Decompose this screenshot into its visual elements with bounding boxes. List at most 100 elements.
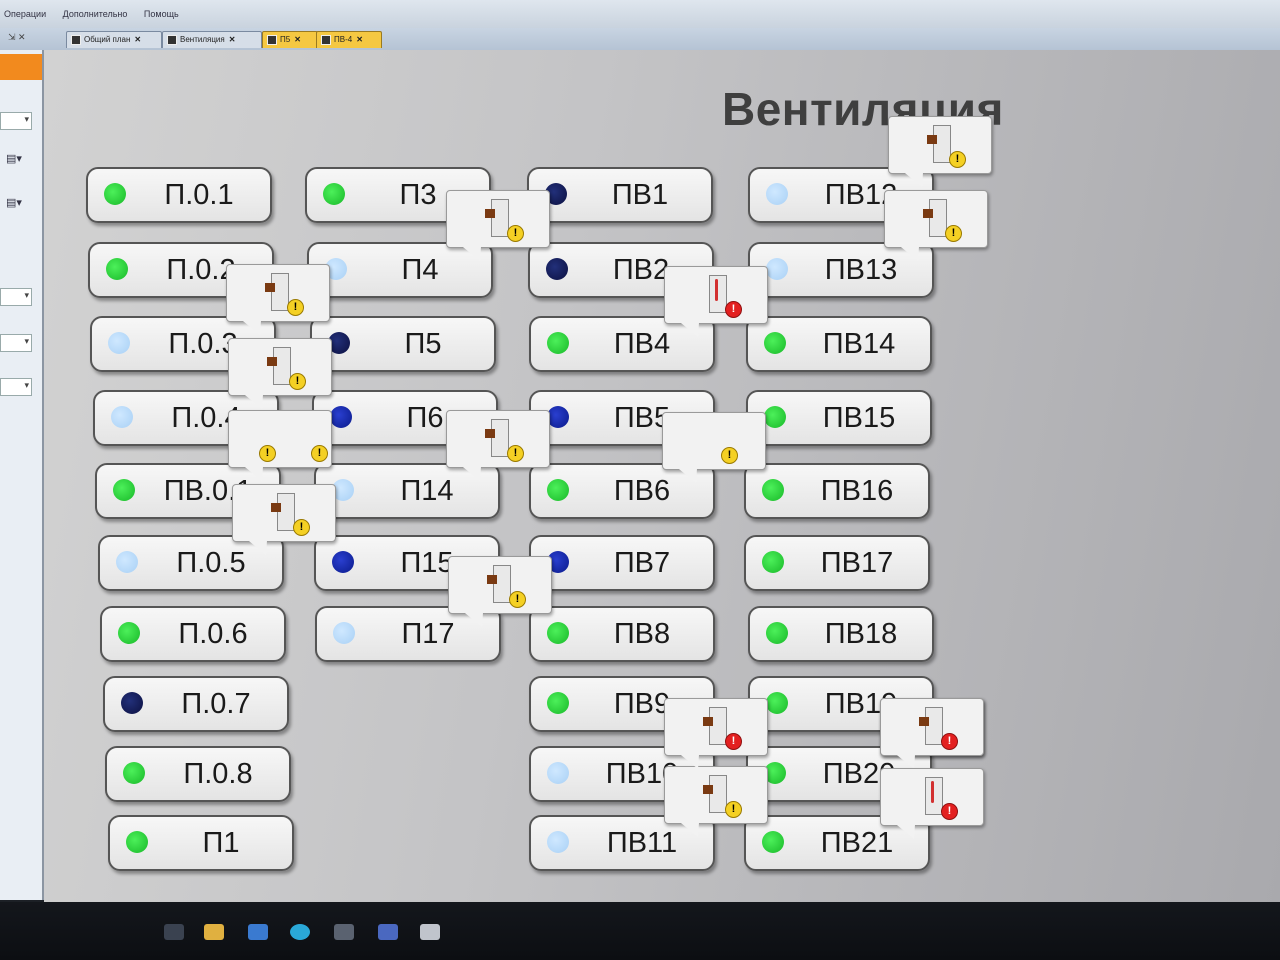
status-indicator-icon (547, 762, 569, 784)
menu-item-help[interactable]: Помощь (144, 9, 179, 19)
panel-dropdown[interactable] (0, 378, 32, 396)
status-indicator-icon (547, 479, 569, 501)
alarm-callout[interactable]: ! (226, 264, 330, 322)
status-indicator-icon (764, 332, 786, 354)
alarm-callout[interactable]: ! (884, 190, 988, 248)
tab-general-plan[interactable]: Общий план ✕ (66, 31, 162, 48)
unit-button-п1[interactable]: П1 (108, 815, 294, 871)
panel-tool-icon[interactable]: ▤▾ (6, 196, 28, 212)
panel-header[interactable] (0, 54, 42, 80)
alarm-callout[interactable]: ! (232, 484, 336, 542)
status-indicator-icon (547, 406, 569, 428)
unit-label: П4 (401, 254, 439, 286)
unit-button-п-0-7[interactable]: П.0.7 (103, 676, 289, 732)
tab-pv4[interactable]: ПВ-4 ✕ (316, 31, 382, 48)
panel-dropdown[interactable] (0, 288, 32, 306)
alarm-callout[interactable]: ! (664, 766, 768, 824)
unit-label: ПВ7 (613, 547, 671, 579)
warning-icon: ! (509, 591, 526, 608)
unit-button-п5[interactable]: П5 (310, 316, 496, 372)
warning-icon: ! (507, 445, 524, 462)
unit-label: ПВ8 (613, 618, 671, 650)
status-indicator-icon (547, 622, 569, 644)
status-indicator-icon (116, 551, 138, 573)
warning-icon: ! (721, 447, 738, 464)
unit-button-пв18[interactable]: ПВ18 (748, 606, 934, 662)
status-indicator-icon (323, 183, 345, 205)
unit-label: П5 (404, 328, 442, 360)
alarm-callout[interactable]: ! (664, 266, 768, 324)
menu-item-operations[interactable]: Операции (4, 9, 46, 19)
warning-icon: ! (311, 445, 328, 462)
tab-icon (167, 34, 177, 45)
status-indicator-icon (126, 831, 148, 853)
status-indicator-icon (766, 622, 788, 644)
unit-button-пв7[interactable]: ПВ7 (529, 535, 715, 591)
close-icon[interactable]: ✕ (294, 35, 301, 44)
alarm-callout[interactable]: ! (446, 410, 550, 468)
unit-label: ПВ16 (820, 475, 894, 507)
browser-icon[interactable] (290, 924, 310, 940)
alarm-callout[interactable]: !! (228, 410, 332, 468)
status-indicator-icon (333, 622, 355, 644)
unit-button-п-0-1[interactable]: П.0.1 (86, 167, 272, 223)
panel-dropdown[interactable] (0, 334, 32, 352)
task-view-icon[interactable] (164, 924, 184, 940)
status-indicator-icon (108, 332, 130, 354)
tab-icon (321, 34, 331, 45)
alarm-callout[interactable]: ! (228, 338, 332, 396)
mail-icon[interactable] (248, 924, 268, 940)
unit-button-пв1[interactable]: ПВ1 (527, 167, 713, 223)
taskbar (0, 902, 1280, 960)
teams-icon[interactable] (378, 924, 398, 940)
status-indicator-icon (762, 551, 784, 573)
tab-bar: ⇲ ✕ Общий план ✕ Вентиляция ✕ П5 ✕ ПВ-4 ✕ (0, 28, 1280, 50)
warning-icon: ! (507, 225, 524, 242)
close-icon[interactable]: ✕ (356, 35, 363, 44)
alarm-callout[interactable]: ! (662, 412, 766, 470)
status-indicator-icon (330, 406, 352, 428)
status-indicator-icon (121, 692, 143, 714)
unit-button-пв14[interactable]: ПВ14 (746, 316, 932, 372)
unit-label: ПВ1 (611, 179, 669, 211)
close-icon[interactable]: ✕ (229, 35, 236, 44)
status-indicator-icon (762, 479, 784, 501)
warning-icon: ! (287, 299, 304, 316)
status-indicator-icon (766, 183, 788, 205)
unit-button-п-0-6[interactable]: П.0.6 (100, 606, 286, 662)
pin-icon[interactable]: ⇲ ✕ (8, 32, 26, 43)
menu-item-extra[interactable]: Дополнительно (63, 9, 128, 19)
tab-p5[interactable]: П5 ✕ (262, 31, 318, 48)
tab-ventilation[interactable]: Вентиляция ✕ (162, 31, 262, 48)
explorer-icon[interactable] (204, 924, 224, 940)
store-icon[interactable] (334, 924, 354, 940)
scada-app-icon[interactable] (420, 924, 440, 940)
unit-label: ПВ18 (824, 618, 898, 650)
panel-tool-icon[interactable]: ▤▾ (6, 152, 28, 168)
unit-button-пв8[interactable]: ПВ8 (529, 606, 715, 662)
close-icon[interactable]: ✕ (134, 35, 141, 44)
unit-button-пв17[interactable]: ПВ17 (744, 535, 930, 591)
unit-label: ПВ14 (822, 328, 896, 360)
status-indicator-icon (111, 406, 133, 428)
unit-button-п-0-8[interactable]: П.0.8 (105, 746, 291, 802)
alarm-callout[interactable]: ! (664, 698, 768, 756)
warning-icon: ! (725, 801, 742, 818)
alarm-callout[interactable]: ! (446, 190, 550, 248)
tab-icon (71, 34, 81, 45)
alarm-callout[interactable]: ! (888, 116, 992, 174)
alarm-callout[interactable]: ! (880, 768, 984, 826)
alarm-callout[interactable]: ! (880, 698, 984, 756)
alarm-callout[interactable]: ! (448, 556, 552, 614)
unit-button-пв16[interactable]: ПВ16 (744, 463, 930, 519)
error-icon: ! (725, 733, 742, 750)
unit-button-пв15[interactable]: ПВ15 (746, 390, 932, 446)
tab-icon (267, 34, 277, 45)
status-indicator-icon (766, 692, 788, 714)
panel-dropdown[interactable] (0, 112, 32, 130)
unit-label: П.0.7 (181, 688, 251, 720)
unit-label: ПВ15 (822, 402, 896, 434)
status-indicator-icon (546, 258, 568, 280)
status-indicator-icon (118, 622, 140, 644)
error-icon: ! (941, 733, 958, 750)
